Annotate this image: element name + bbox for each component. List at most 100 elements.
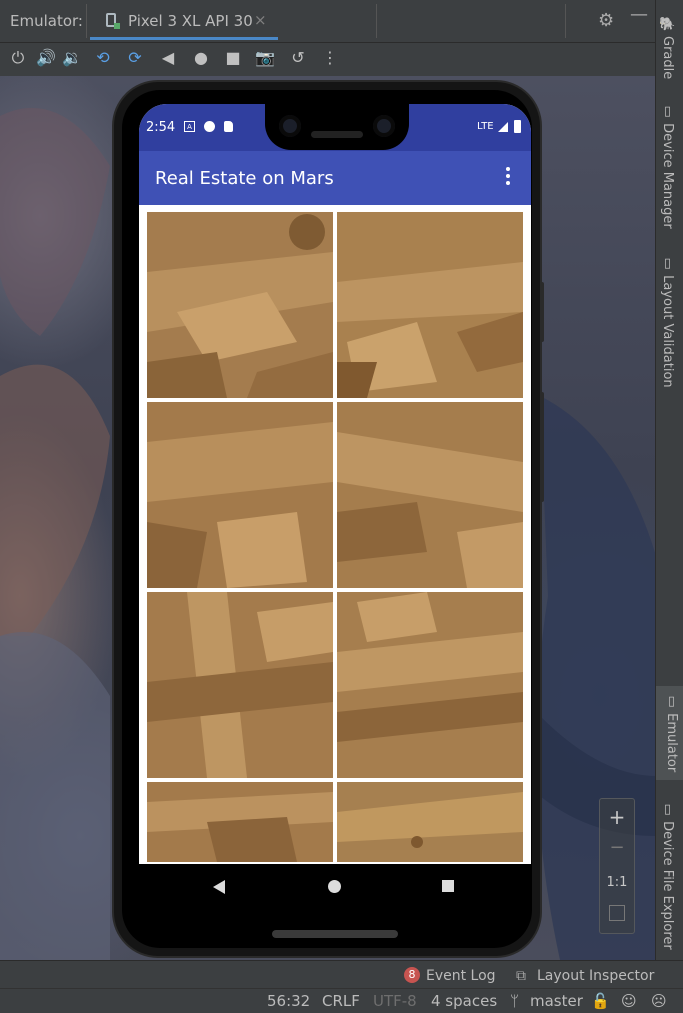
divider — [376, 4, 377, 38]
emulator-label: Emulator: — [10, 12, 83, 30]
sad-face-icon[interactable]: ☹ — [651, 992, 667, 1010]
side-tab-label: Emulator — [664, 713, 679, 773]
lock-icon[interactable]: 🔓 — [591, 992, 610, 1010]
mars-photo-image — [147, 402, 333, 588]
file-encoding[interactable]: UTF-8 — [373, 992, 417, 1010]
side-tab-label: Gradle — [660, 36, 675, 80]
mars-photo-image — [337, 402, 523, 588]
mars-photo[interactable] — [337, 592, 523, 778]
rotate-right-icon[interactable]: ⟳ — [125, 48, 145, 67]
snapshot-icon[interactable]: ↺ — [288, 48, 308, 67]
overview-icon[interactable]: ■ — [223, 48, 243, 67]
mars-photo-image — [147, 212, 333, 398]
mars-photo[interactable] — [147, 592, 333, 778]
mars-photo[interactable] — [337, 402, 523, 588]
layout-inspector-icon: ⧉ — [516, 968, 526, 984]
zoom-in-button[interactable]: + — [600, 805, 634, 829]
mars-photo-image — [147, 782, 333, 862]
notification-data-icon — [204, 121, 215, 132]
side-tab-layout-validation[interactable]: ▯ Layout Validation — [660, 256, 675, 388]
back-icon[interactable]: ◀ — [158, 48, 178, 67]
tab-device-label: Pixel 3 XL API 30 — [128, 12, 253, 30]
side-button — [540, 282, 544, 342]
status-bar-ide: 56:32 CRLF UTF-8 4 spaces ᛘ master 🔓 ☺ ☹ — [0, 988, 683, 1013]
screenshot-icon[interactable]: 📷 — [255, 48, 275, 67]
app-title: Real Estate on Mars — [155, 168, 334, 189]
more-icon[interactable]: ⋮ — [320, 48, 340, 67]
side-tab-gradle[interactable]: 🐘 Gradle — [660, 16, 675, 79]
overflow-menu-icon[interactable] — [504, 167, 512, 187]
gradle-icon: 🐘 — [660, 16, 675, 32]
mars-photo[interactable] — [337, 212, 523, 398]
mars-photo-image — [337, 212, 523, 398]
layout-validation-icon: ▯ — [660, 256, 675, 271]
speaker-grill — [311, 131, 363, 138]
rotate-left-icon[interactable]: ⟲ — [93, 48, 113, 67]
battery-icon — [514, 120, 521, 133]
side-tab-label: Device Manager — [660, 123, 675, 229]
close-icon[interactable]: × — [254, 11, 267, 29]
mars-photo-image — [147, 592, 333, 778]
git-branch[interactable]: master — [530, 992, 583, 1010]
right-tool-strip: 🐘 Gradle ▯ Device Manager ▯ Layout Valid… — [655, 0, 683, 960]
device-screen[interactable]: 2:54 A LTE Real Estate on Mars — [139, 104, 531, 864]
volume-up-icon[interactable]: 🔊 — [36, 48, 56, 67]
minimize-icon[interactable]: — — [630, 4, 648, 25]
zoom-actual-size-button[interactable]: 1:1 — [600, 875, 634, 890]
tab-device[interactable]: Pixel 3 XL API 30 × — [90, 0, 278, 40]
line-separator[interactable]: CRLF — [322, 992, 360, 1010]
mars-photo[interactable] — [337, 782, 523, 862]
branch-icon: ᛘ — [510, 992, 520, 1010]
status-time: 2:54 — [146, 120, 176, 135]
side-tab-emulator[interactable]: ▯ Emulator — [656, 686, 683, 781]
display-notch — [265, 104, 409, 150]
side-tab-label: Device File Explorer — [660, 821, 675, 950]
bottom-speaker — [272, 930, 398, 938]
mars-photo-image — [337, 782, 523, 862]
side-button — [540, 392, 544, 502]
emulator-icon: ▯ — [664, 694, 679, 709]
divider — [565, 4, 566, 38]
nav-back-icon[interactable] — [213, 880, 225, 894]
side-tab-label: Layout Validation — [660, 275, 675, 388]
layout-inspector-button[interactable]: Layout Inspector — [537, 968, 654, 984]
emulator-toolbar: ⏻ 🔊 🔉 ⟲ ⟳ ◀ ● ■ 📷 ↺ ⋮ — [0, 43, 656, 75]
mars-photo[interactable] — [147, 402, 333, 588]
device-bezel: 2:54 A LTE Real Estate on Mars — [122, 90, 532, 948]
camera-icon — [373, 115, 395, 137]
file-explorer-icon: ▯ — [660, 802, 675, 817]
status-bar: 2:54 A LTE — [139, 104, 531, 151]
power-icon[interactable]: ⏻ — [8, 48, 28, 68]
zoom-controls: + − 1:1 — [599, 798, 635, 934]
navigation-bar — [139, 864, 531, 910]
event-log-button[interactable]: Event Log — [426, 968, 496, 984]
network-type: LTE — [477, 121, 494, 132]
zoom-out-button[interactable]: − — [600, 837, 634, 858]
volume-down-icon[interactable]: 🔉 — [62, 48, 82, 67]
mars-photo-image — [337, 592, 523, 778]
device-manager-icon: ▯ — [660, 104, 675, 119]
tool-window-header: Emulator: Pixel 3 XL API 30 × ⚙ — — [0, 0, 656, 43]
notification-a-icon: A — [184, 121, 195, 132]
nav-home-icon[interactable] — [328, 880, 341, 893]
event-log-badge: 8 — [404, 967, 420, 983]
caret-position[interactable]: 56:32 — [267, 992, 310, 1010]
divider — [86, 4, 87, 38]
home-icon[interactable]: ● — [191, 48, 211, 67]
fit-screen-icon[interactable] — [609, 905, 625, 921]
mars-photo[interactable] — [147, 212, 333, 398]
device-frame: 2:54 A LTE Real Estate on Mars — [114, 82, 544, 956]
bottom-tool-window-bar: 8 Event Log ⧉ Layout Inspector — [0, 960, 683, 989]
app-bar: Real Estate on Mars — [139, 151, 531, 205]
side-tab-device-file-explorer[interactable]: ▯ Device File Explorer — [660, 802, 675, 950]
camera-icon — [279, 115, 301, 137]
nav-recents-icon[interactable] — [442, 880, 454, 892]
signal-icon — [498, 122, 508, 132]
happy-face-icon[interactable]: ☺ — [621, 992, 637, 1010]
side-tab-device-manager[interactable]: ▯ Device Manager — [660, 104, 675, 229]
sd-card-icon — [224, 121, 233, 132]
mars-photo[interactable] — [147, 782, 333, 862]
gear-icon[interactable]: ⚙ — [598, 10, 614, 31]
device-icon — [106, 13, 120, 29]
indent-setting[interactable]: 4 spaces — [431, 992, 497, 1010]
